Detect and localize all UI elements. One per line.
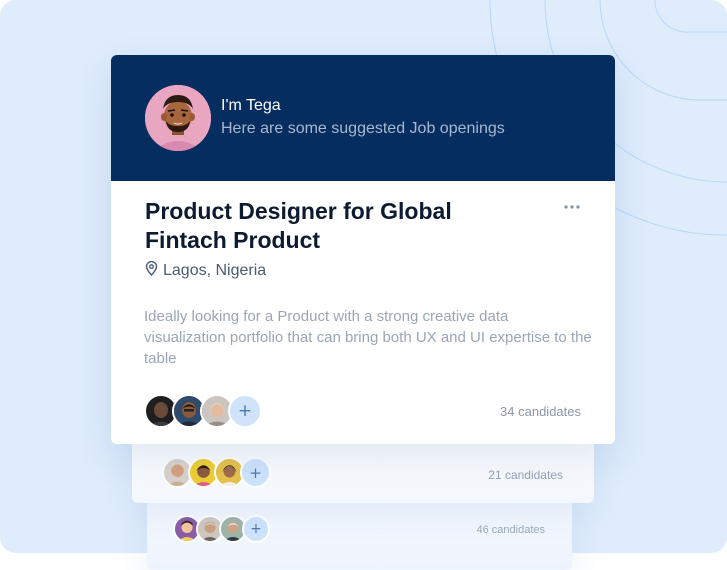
job-title: Product Designer for Global Fintach Prod… — [145, 198, 452, 253]
add-candidate-button[interactable]: + — [240, 457, 271, 488]
profile-avatar — [145, 85, 211, 151]
location-pin-icon — [145, 260, 158, 281]
job-card[interactable]: I'm Tega Here are some suggested Job ope… — [111, 55, 615, 444]
job-location: Lagos, Nigeria — [145, 260, 267, 281]
job-card-third[interactable]: + 46 candidates — [147, 500, 572, 570]
job-description: Ideally looking for a Product with a str… — [144, 308, 592, 367]
candidate-count: 34 candidates — [500, 404, 581, 419]
candidate-count: 21 candidates — [488, 468, 563, 482]
add-candidate-button[interactable]: + — [242, 515, 270, 543]
add-candidate-button[interactable]: + — [228, 394, 262, 428]
candidate-avatars: + — [173, 515, 270, 543]
candidate-avatars: + — [144, 394, 262, 428]
more-icon[interactable] — [563, 200, 581, 212]
candidate-avatars: + — [162, 457, 271, 488]
job-card-second[interactable]: + 21 candidates — [132, 440, 594, 503]
candidate-count: 46 candidates — [476, 524, 546, 536]
greeting-text: I'm Tega — [221, 97, 281, 114]
greeting-subtitle: Here are some suggested Job openings — [221, 120, 505, 137]
card-header: I'm Tega Here are some suggested Job ope… — [111, 55, 615, 181]
location-label: Lagos, Nigeria — [163, 262, 267, 279]
